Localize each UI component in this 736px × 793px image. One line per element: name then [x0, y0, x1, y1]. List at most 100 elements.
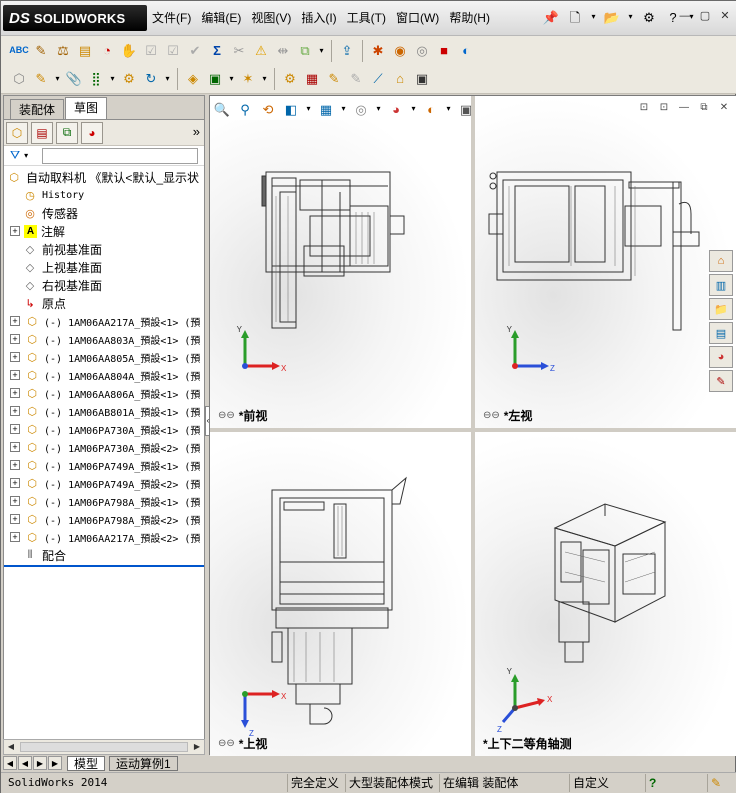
pattern-dropdown-icon[interactable]: ▾ — [108, 69, 117, 89]
close-button[interactable]: ✕ — [717, 9, 733, 23]
filter-input[interactable] — [42, 148, 198, 164]
explode-line-icon[interactable]: ✎ — [346, 69, 366, 89]
menu-window[interactable]: 窗口(W) — [391, 5, 444, 31]
viewport-minimize-icon[interactable]: — — [677, 102, 691, 113]
design-library-icon[interactable]: ▥ — [709, 274, 733, 296]
menu-view[interactable]: 视图(V) — [246, 5, 296, 31]
orientation-dropdown-icon[interactable]: ▾ — [339, 99, 348, 119]
spell-check-icon[interactable]: ABC — [9, 41, 29, 61]
expand-toggle-icon[interactable]: + — [10, 514, 20, 524]
mass-properties-icon[interactable]: ⚖ — [53, 41, 73, 61]
tree-item-component[interactable]: + ⬡ (-) 1AM06AA217A_預設<2> (預 — [4, 528, 204, 546]
scene-icon[interactable]: ◐ — [421, 99, 441, 119]
update-speedpak-icon[interactable]: ⌂ — [390, 69, 410, 89]
tree-item-origin[interactable]: ↳ 原点 — [4, 294, 204, 312]
filter-funnel-icon[interactable]: ⛛ — [10, 148, 20, 163]
compare-icon[interactable]: ⧉ — [295, 41, 315, 61]
zoom-to-fit-icon[interactable]: 🔍 — [212, 99, 232, 119]
menu-edit[interactable]: 编辑(E) — [196, 5, 246, 31]
new-part-icon[interactable]: ✎ — [31, 69, 51, 89]
expand-toggle-icon[interactable]: + — [10, 352, 20, 362]
section-dropdown-icon[interactable]: ▾ — [304, 99, 313, 119]
file-explorer-icon[interactable]: 📁 — [709, 298, 733, 320]
display-dropdown-icon[interactable]: ▾ — [374, 99, 383, 119]
menu-insert[interactable]: 插入(I) — [296, 5, 341, 31]
new-dropdown-icon[interactable]: ▾ — [589, 7, 598, 27]
warning-icon[interactable]: ⚠ — [251, 41, 271, 61]
tree-item-component[interactable]: + ⬡ (-) 1AM06PA749A_預設<2> (預 — [4, 474, 204, 492]
appearance-icon[interactable]: ◕ — [386, 99, 406, 119]
tree-root-assembly[interactable]: ⬡ 自动取料机 《默认<默认_显示状 — [4, 168, 204, 186]
viewport-top[interactable]: X Z ⊖⊖ *上视 — [210, 432, 471, 756]
display-style-icon[interactable]: ◎ — [351, 99, 371, 119]
tab-motion-study[interactable]: 运动算例1 — [109, 755, 178, 771]
expand-toggle-icon[interactable]: + — [10, 226, 20, 236]
tab-assembly[interactable]: 装配体 — [10, 99, 65, 119]
align-icon[interactable]: ⇹ — [273, 41, 293, 61]
addins-icon[interactable]: ■ — [434, 41, 454, 61]
photoview-icon[interactable]: ◐ — [456, 41, 476, 61]
interference-icon[interactable]: ✂ — [229, 41, 249, 61]
tree-item-component[interactable]: + ⬡ (-) 1AM06PA798A_預設<1> (預 — [4, 492, 204, 510]
feature-manager-icon[interactable]: ⬡ — [6, 121, 28, 144]
tab-last-icon[interactable]: ▶ — [48, 756, 62, 770]
edit-component-icon[interactable]: ✎ — [31, 41, 51, 61]
tree-item-component[interactable]: + ⬡ (-) 1AM06PA730A_預設<2> (預 — [4, 438, 204, 456]
view-palette-icon[interactable]: ▤ — [709, 322, 733, 344]
tree-item-history[interactable]: ◷ History — [4, 186, 204, 204]
reference-geometry-icon[interactable]: ✶ — [238, 69, 258, 89]
expand-toggle-icon[interactable]: + — [10, 460, 20, 470]
expand-toggle-icon[interactable]: + — [10, 442, 20, 452]
viewport-unlink-icon[interactable]: ⊡ — [657, 102, 671, 113]
move-component-icon[interactable]: ↻ — [141, 69, 161, 89]
pin-icon[interactable]: 📌 — [541, 7, 561, 27]
bill-of-materials-icon[interactable]: ▦ — [302, 69, 322, 89]
view-orientation-icon[interactable]: ▦ — [316, 99, 336, 119]
tree-item-right-plane[interactable]: ◇ 右视基准面 — [4, 276, 204, 294]
expand-toggle-icon[interactable]: + — [10, 316, 20, 326]
exploded-view-icon[interactable]: ✎ — [324, 69, 344, 89]
instant3d-icon[interactable]: ⟋ — [368, 69, 388, 89]
tree-item-component[interactable]: + ⬡ (-) 1AM06AA805A_預設<1> (預 — [4, 348, 204, 366]
measure-icon[interactable]: ◔ — [97, 41, 117, 61]
move-dropdown-icon[interactable]: ▾ — [163, 69, 172, 89]
viewport-vertical-divider[interactable] — [471, 96, 475, 756]
zoom-area-icon[interactable]: ⚲ — [235, 99, 255, 119]
status-custom-units[interactable]: 自定义 — [569, 774, 612, 792]
show-hidden-icon[interactable]: ◈ — [183, 69, 203, 89]
tree-item-sensors[interactable]: ◎ 传感器 — [4, 204, 204, 222]
custom-properties-icon[interactable]: ✎ — [709, 370, 733, 392]
expand-toggle-icon[interactable]: + — [10, 370, 20, 380]
snapshot-icon[interactable]: ▣ — [412, 69, 432, 89]
viewport-restore-icon[interactable]: ⧉ — [697, 102, 711, 113]
features-dropdown-icon[interactable]: ▾ — [227, 69, 236, 89]
view-settings-icon[interactable]: ▣ — [456, 99, 471, 119]
simulation-icon[interactable]: ◉ — [390, 41, 410, 61]
new-motion-study-icon[interactable]: ⚙ — [280, 69, 300, 89]
scroll-thumb[interactable] — [20, 742, 188, 752]
toolbox-icon[interactable]: ✱ — [368, 41, 388, 61]
tree-item-component[interactable]: + ⬡ (-) 1AM06AA804A_預設<1> (預 — [4, 366, 204, 384]
menu-help[interactable]: 帮助(H) — [444, 5, 495, 31]
tree-item-component[interactable]: + ⬡ (-) 1AM06PA730A_預設<1> (預 — [4, 420, 204, 438]
equations-sigma-icon[interactable]: Σ — [207, 41, 227, 61]
display-manager-icon[interactable]: ◕ — [81, 121, 103, 144]
expand-toggle-icon[interactable]: + — [10, 424, 20, 434]
tree-horizontal-scrollbar[interactable]: ◀ ▶ — [3, 739, 205, 755]
viewport-close-icon[interactable]: ✕ — [717, 102, 731, 113]
filter-dropdown-icon[interactable]: ▾ — [24, 151, 28, 160]
tree-item-annotations[interactable]: + A 注解 — [4, 222, 204, 240]
expand-toggle-icon[interactable]: + — [10, 532, 20, 542]
tab-model[interactable]: 模型 — [67, 755, 106, 771]
assembly-features-icon[interactable]: ▣ — [205, 69, 225, 89]
viewport-front[interactable]: Y X 🔍 ⚲ ⟲ ◧ ▾ ▦ ▾ ◎ ▾ ◕ ▾ ◐ ▾ ▣ ⊖⊖ *前视 — [210, 96, 471, 428]
graphics-area[interactable]: Y X 🔍 ⚲ ⟲ ◧ ▾ ▦ ▾ ◎ ▾ ◕ ▾ ◐ ▾ ▣ ⊖⊖ *前视 Y… — [209, 95, 736, 756]
viewport-isometric[interactable]: Y X Z *上下二等角轴测 — [475, 432, 736, 756]
tree-item-component[interactable]: + ⬡ (-) 1AM06AB801A_預設<1> (預 — [4, 402, 204, 420]
expand-toggle-icon[interactable]: + — [10, 406, 20, 416]
options-gear-icon[interactable]: ⚙ — [639, 7, 659, 27]
section-properties-icon[interactable]: ▤ — [75, 41, 95, 61]
expand-toggle-icon[interactable]: + — [10, 478, 20, 488]
previous-view-icon[interactable]: ⟲ — [258, 99, 278, 119]
viewport-left[interactable]: Y Z ⊡ ⊡ — ⧉ ✕ ⊖⊖ *左视 — [475, 96, 736, 428]
